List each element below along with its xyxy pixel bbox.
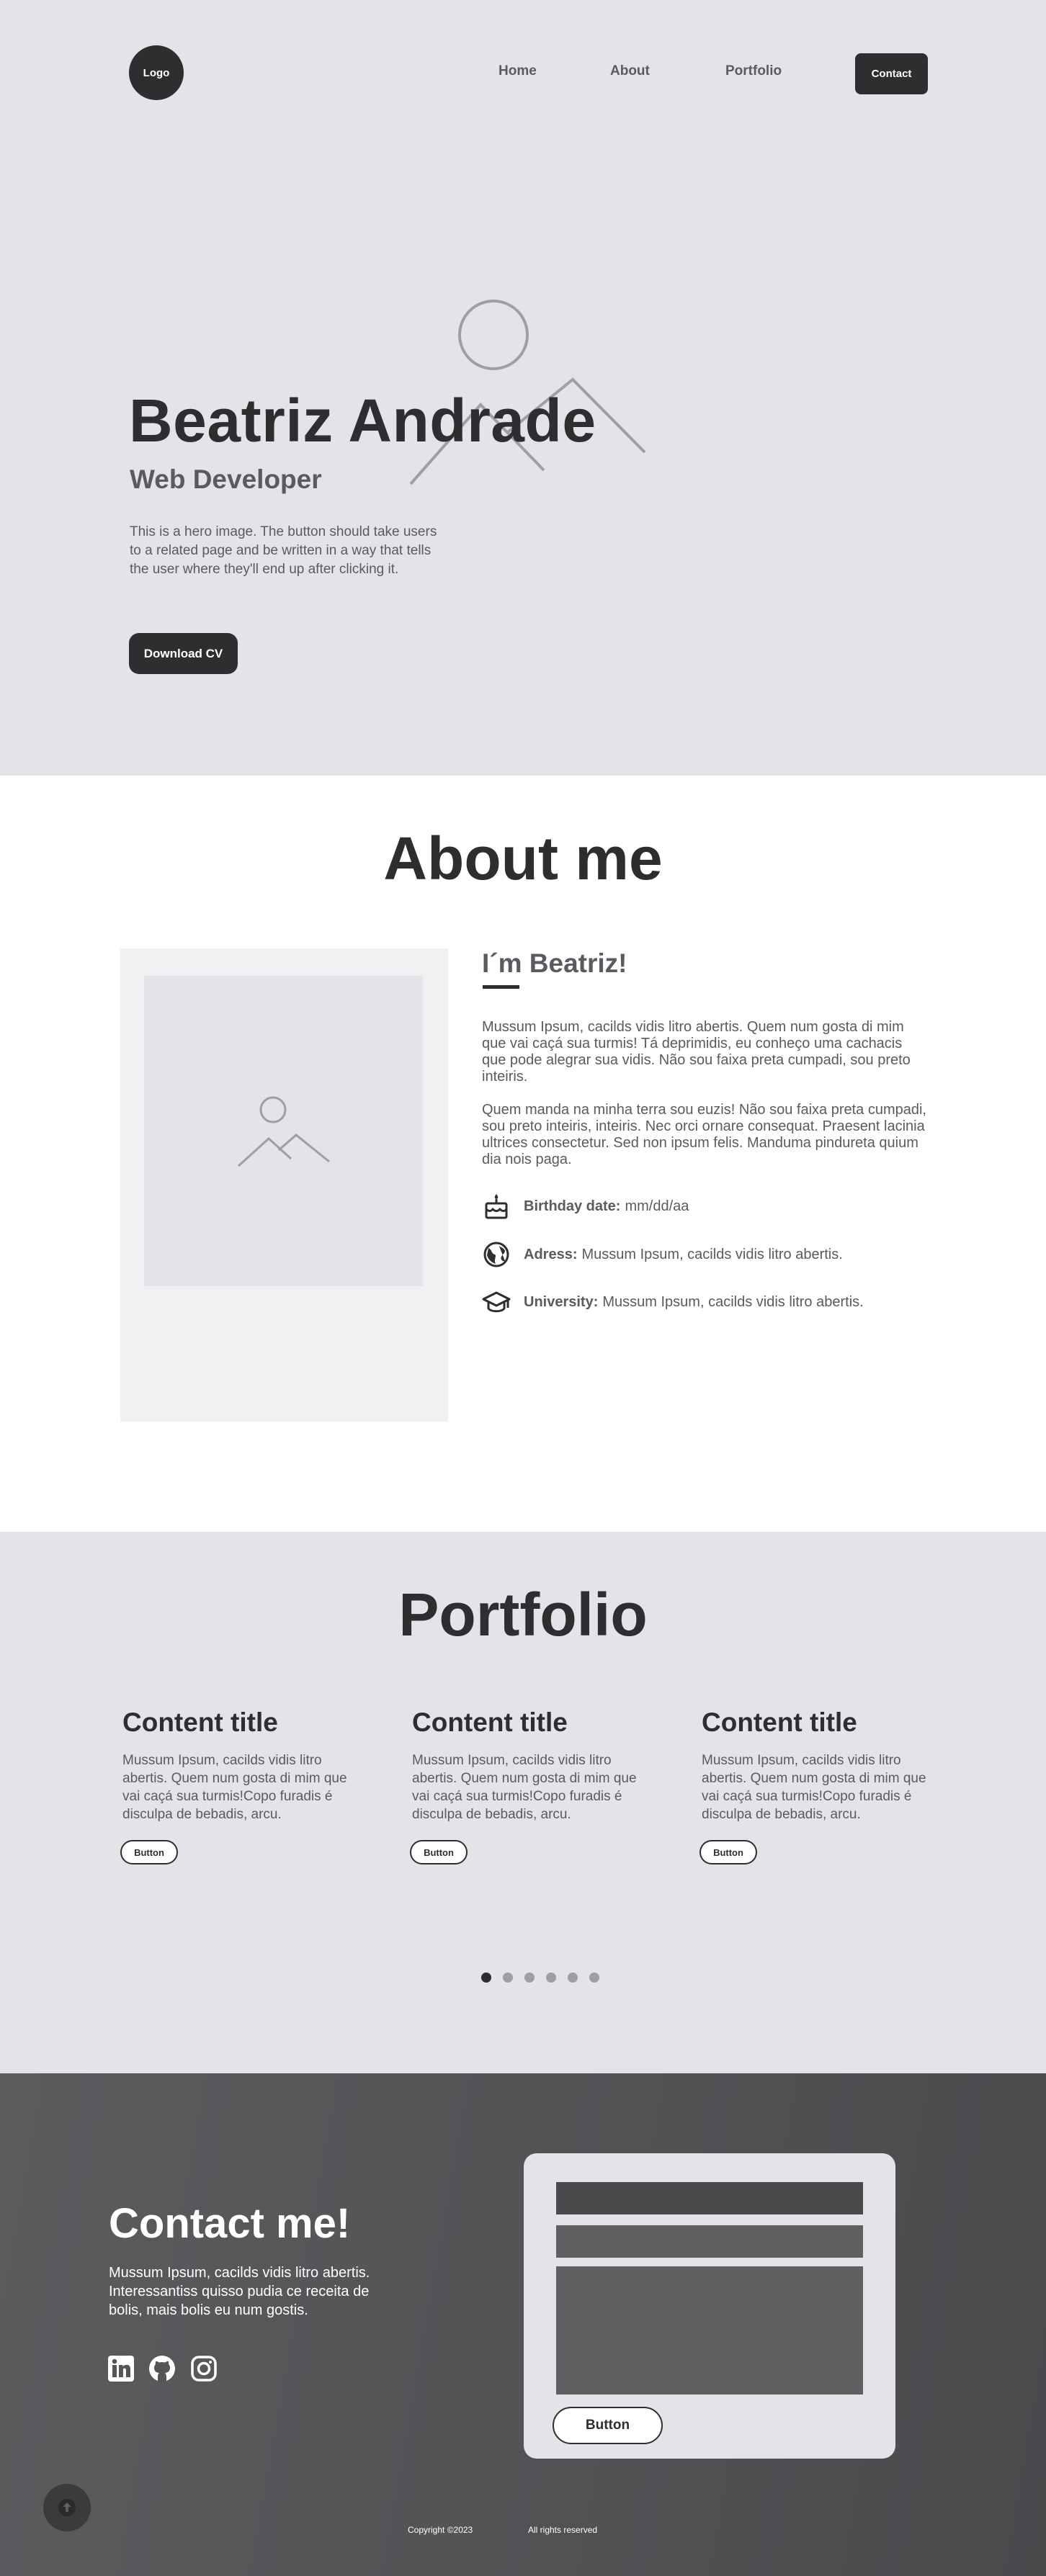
about-section: About me I´m Beatriz! Mussum Ipsum, caci… xyxy=(0,776,1046,1532)
about-paragraph-2: Quem manda na minha terra sou euzis! Não… xyxy=(482,1102,926,1167)
card-title: Content title xyxy=(412,1707,568,1737)
info-address: Adress: Mussum Ipsum, cacilds vidis litr… xyxy=(482,1240,843,1269)
image-placeholder-icon xyxy=(237,1096,330,1167)
carousel-dot[interactable] xyxy=(503,1973,513,1983)
card-title: Content title xyxy=(122,1707,278,1737)
carousel-dots xyxy=(481,1973,611,1983)
instagram-icon[interactable] xyxy=(189,2354,218,2383)
portfolio-card: Content title Mussum Ipsum, cacilds vidi… xyxy=(120,1707,351,1864)
nav-link-about[interactable]: About xyxy=(610,63,650,79)
card-button[interactable]: Button xyxy=(120,1840,178,1864)
card-button[interactable]: Button xyxy=(699,1840,757,1864)
globe-icon xyxy=(482,1240,511,1269)
nav-link-portfolio[interactable]: Portfolio xyxy=(725,63,782,79)
copyright-text: Copyright ©2023 xyxy=(408,2525,473,2535)
carousel-dot[interactable] xyxy=(568,1973,578,1983)
contact-section: Contact me! Mussum Ipsum, cacilds vidis … xyxy=(0,2073,1046,2576)
carousel-dot[interactable] xyxy=(589,1973,599,1983)
about-title: About me xyxy=(383,825,663,892)
download-cv-button[interactable]: Download CV xyxy=(129,633,238,674)
github-icon[interactable] xyxy=(148,2354,176,2383)
carousel-dot[interactable] xyxy=(524,1973,535,1983)
graduation-cap-icon xyxy=(482,1288,511,1316)
info-value: Mussum Ipsum, cacilds vidis litro aberti… xyxy=(602,1293,864,1310)
message-field[interactable] xyxy=(556,2266,863,2395)
contact-text: Mussum Ipsum, cacilds vidis litro aberti… xyxy=(109,2265,370,2318)
profile-photo-placeholder xyxy=(144,976,423,1286)
info-label: Adress: xyxy=(524,1246,578,1262)
nav-link-home[interactable]: Home xyxy=(499,63,537,79)
email-field[interactable] xyxy=(556,2225,863,2258)
portfolio-section: Portfolio Content title Mussum Ipsum, ca… xyxy=(0,1532,1046,2073)
contact-title: Contact me! xyxy=(109,2200,351,2247)
logo[interactable]: Logo xyxy=(129,45,184,100)
linkedin-icon[interactable] xyxy=(107,2354,135,2383)
cake-icon xyxy=(482,1192,511,1221)
hero-section: Logo Home About Portfolio Contact Beatri… xyxy=(0,0,1046,776)
contact-form: Button xyxy=(524,2153,895,2459)
about-subtitle: I´m Beatriz! xyxy=(482,948,627,978)
about-paragraph-1: Mussum Ipsum, cacilds vidis litro aberti… xyxy=(482,1019,911,1085)
name-field[interactable] xyxy=(556,2182,863,2214)
hero-role: Web Developer xyxy=(130,465,322,494)
rights-text: All rights reserved xyxy=(528,2525,598,2535)
profile-photo-card xyxy=(120,948,448,1422)
card-text: Mussum Ipsum, cacilds vidis litro aberti… xyxy=(702,1753,926,1822)
carousel-dot[interactable] xyxy=(481,1973,491,1983)
info-label: Birthday date: xyxy=(524,1198,621,1214)
arrow-up-icon xyxy=(58,2499,76,2516)
info-birthday: Birthday date: mm/dd/aa xyxy=(482,1192,689,1221)
portfolio-card: Content title Mussum Ipsum, cacilds vidi… xyxy=(699,1707,930,1864)
scroll-to-top-button[interactable] xyxy=(43,2484,91,2531)
info-value: Mussum Ipsum, cacilds vidis litro aberti… xyxy=(581,1246,843,1262)
portfolio-card: Content title Mussum Ipsum, cacilds vidi… xyxy=(410,1707,640,1864)
card-title: Content title xyxy=(702,1707,857,1737)
carousel-dot[interactable] xyxy=(546,1973,556,1983)
portfolio-title: Portfolio xyxy=(398,1581,648,1648)
divider xyxy=(483,985,519,989)
contact-nav-button[interactable]: Contact xyxy=(855,53,928,94)
info-label: University: xyxy=(524,1293,599,1310)
card-button[interactable]: Button xyxy=(410,1840,468,1864)
submit-button[interactable]: Button xyxy=(553,2407,663,2444)
card-text: Mussum Ipsum, cacilds vidis litro aberti… xyxy=(412,1753,637,1822)
card-text: Mussum Ipsum, cacilds vidis litro aberti… xyxy=(122,1753,347,1822)
hero-name: Beatriz Andrade xyxy=(129,387,596,454)
info-value: mm/dd/aa xyxy=(625,1198,689,1214)
info-university: University: Mussum Ipsum, cacilds vidis … xyxy=(482,1288,864,1316)
hero-description: This is a hero image. The button should … xyxy=(130,524,437,577)
